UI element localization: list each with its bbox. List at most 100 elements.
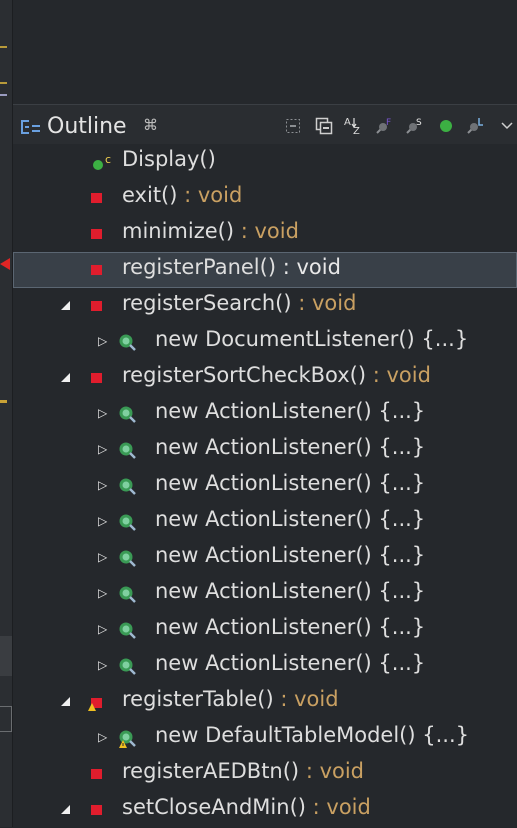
tree-row[interactable]: exit() : void <box>13 180 517 216</box>
gutter-marker[interactable] <box>0 400 7 403</box>
anonymous-class-icon <box>118 585 138 605</box>
collapsed-twisty-icon[interactable]: ▷ <box>98 657 107 673</box>
collapse-all-button[interactable] <box>283 115 303 137</box>
outline-tab-title[interactable]: Outline <box>47 114 127 139</box>
outline-icon <box>21 120 40 134</box>
private-method-warning-icon <box>88 696 102 711</box>
tree-row[interactable]: ▷ new DocumentListener() {...} <box>13 324 517 360</box>
public-icon <box>440 120 452 132</box>
gutter-frame <box>0 706 12 732</box>
collapsed-twisty-icon[interactable]: ▷ <box>98 441 107 457</box>
anonymous-class-icon <box>118 621 138 641</box>
tree-item-label: registerTable() : void <box>122 687 339 711</box>
tree-row[interactable]: c Display() <box>13 144 517 180</box>
tree-row[interactable]: registerPanel() : void <box>13 252 517 288</box>
anonymous-class-warning-icon <box>118 729 138 749</box>
tree-item-label: registerPanel() : void <box>122 255 341 279</box>
tree-row[interactable]: ▷ new ActionListener() {...} <box>13 396 517 432</box>
private-method-icon <box>91 805 102 815</box>
chevron-down-icon <box>501 122 513 130</box>
hide-static-icon: S <box>406 118 422 134</box>
tree-row[interactable]: ▷ new ActionListener() {...} <box>13 648 517 684</box>
collapsed-twisty-icon[interactable]: ▷ <box>98 333 107 349</box>
editor-area <box>0 0 517 104</box>
gutter-marker[interactable] <box>0 82 7 84</box>
tree-row[interactable]: ▷ new DefaultTableModel() {...} <box>13 720 517 756</box>
private-method-icon <box>91 229 102 239</box>
member-name: registerPanel() <box>122 255 277 279</box>
tree-item-label: new ActionListener() {...} <box>155 399 425 423</box>
collapsed-twisty-icon[interactable]: ▷ <box>98 729 107 745</box>
tree-item-label: Display() <box>122 147 216 171</box>
svg-text:A: A <box>344 117 351 128</box>
tree-item-label: new DocumentListener() {...} <box>155 327 468 351</box>
tree-row[interactable]: registerSortCheckBox() : void <box>13 360 517 396</box>
anonymous-class-icon <box>118 657 138 677</box>
return-type: : void <box>305 795 371 819</box>
collapsed-twisty-icon[interactable]: ▷ <box>98 477 107 493</box>
anonymous-class-icon <box>118 513 138 533</box>
link-with-editor-button[interactable] <box>314 115 334 137</box>
private-method-icon <box>91 301 102 311</box>
hide-fields-icon: F <box>376 118 391 134</box>
tree-item-label: registerSearch() : void <box>122 291 356 315</box>
expanded-twisty-icon[interactable] <box>61 373 70 382</box>
tree-item-label: registerSortCheckBox() : void <box>122 363 431 387</box>
private-method-icon <box>91 373 102 383</box>
hide-non-public-button[interactable] <box>436 115 456 137</box>
tree-row[interactable]: ▷ new ActionListener() {...} <box>13 540 517 576</box>
member-name: new ActionListener() {...} <box>155 651 426 675</box>
tree-row[interactable]: minimize() : void <box>13 216 517 252</box>
return-type: : void <box>276 255 341 279</box>
member-name: new ActionListener() {...} <box>155 507 426 531</box>
gutter-marker[interactable] <box>0 94 7 96</box>
tree-row[interactable]: ▷ new ActionListener() {...} <box>13 576 517 612</box>
tree-row[interactable]: ▷ new ActionListener() {...} <box>13 432 517 468</box>
svg-text:c: c <box>105 153 111 166</box>
close-icon[interactable]: ⌘ <box>143 116 158 134</box>
tree-row[interactable]: registerSearch() : void <box>13 288 517 324</box>
gutter-marker[interactable] <box>0 46 7 48</box>
expanded-twisty-icon[interactable] <box>61 301 70 310</box>
member-name: new DocumentListener() {...} <box>155 327 469 351</box>
tree-row[interactable]: ▷ new ActionListener() {...} <box>13 504 517 540</box>
current-line-arrow-icon <box>0 258 10 270</box>
tree-row[interactable]: ▷ new ActionListener() {...} <box>13 468 517 504</box>
anonymous-class-icon <box>118 441 138 461</box>
hide-fields-button[interactable]: F <box>374 115 394 137</box>
tree-item-label: new ActionListener() {...} <box>155 543 425 567</box>
tree-row[interactable]: ▷ new ActionListener() {...} <box>13 612 517 648</box>
anonymous-class-icon <box>118 333 138 353</box>
member-name: registerSearch() <box>122 291 292 315</box>
expanded-twisty-icon[interactable] <box>61 697 70 706</box>
hide-local-types-button[interactable] <box>465 115 485 137</box>
tree-item-label: new ActionListener() {...} <box>155 435 425 459</box>
collapsed-twisty-icon[interactable]: ▷ <box>98 621 107 637</box>
tree-item-label: new ActionListener() {...} <box>155 471 425 495</box>
return-type: : void <box>291 291 357 315</box>
tree-item-label: minimize() : void <box>122 219 299 243</box>
anonymous-class-icon <box>118 549 138 569</box>
collapsed-twisty-icon[interactable]: ▷ <box>98 405 107 421</box>
tree-item-label: new DefaultTableModel() {...} <box>155 723 469 747</box>
tree-row[interactable]: setCloseAndMin() : void <box>13 792 517 828</box>
view-menu-button[interactable] <box>497 115 517 137</box>
return-type: : void <box>366 363 431 387</box>
tree-item-label: new ActionListener() {...} <box>155 615 425 639</box>
collapsed-twisty-icon[interactable]: ▷ <box>98 585 107 601</box>
expanded-twisty-icon[interactable] <box>61 805 70 814</box>
hide-static-button[interactable]: S <box>404 115 424 137</box>
sort-alpha-icon: AZ <box>344 117 360 136</box>
tree-row[interactable]: registerTable() : void <box>13 684 517 720</box>
tree-row[interactable]: registerAEDBtn() : void <box>13 756 517 792</box>
member-name: new ActionListener() {...} <box>155 543 426 567</box>
sort-button[interactable]: AZ <box>344 115 364 137</box>
collapsed-twisty-icon[interactable]: ▷ <box>98 549 107 565</box>
return-type: : void <box>273 687 339 711</box>
member-name: new ActionListener() {...} <box>155 615 426 639</box>
collapsed-twisty-icon[interactable]: ▷ <box>98 513 107 529</box>
private-method-icon <box>91 193 102 203</box>
outline-tree: c Display() exit() : void minimize() : void… <box>13 144 517 827</box>
gutter-scroll-thumb[interactable] <box>0 636 12 676</box>
member-name: registerAEDBtn() <box>122 759 300 783</box>
